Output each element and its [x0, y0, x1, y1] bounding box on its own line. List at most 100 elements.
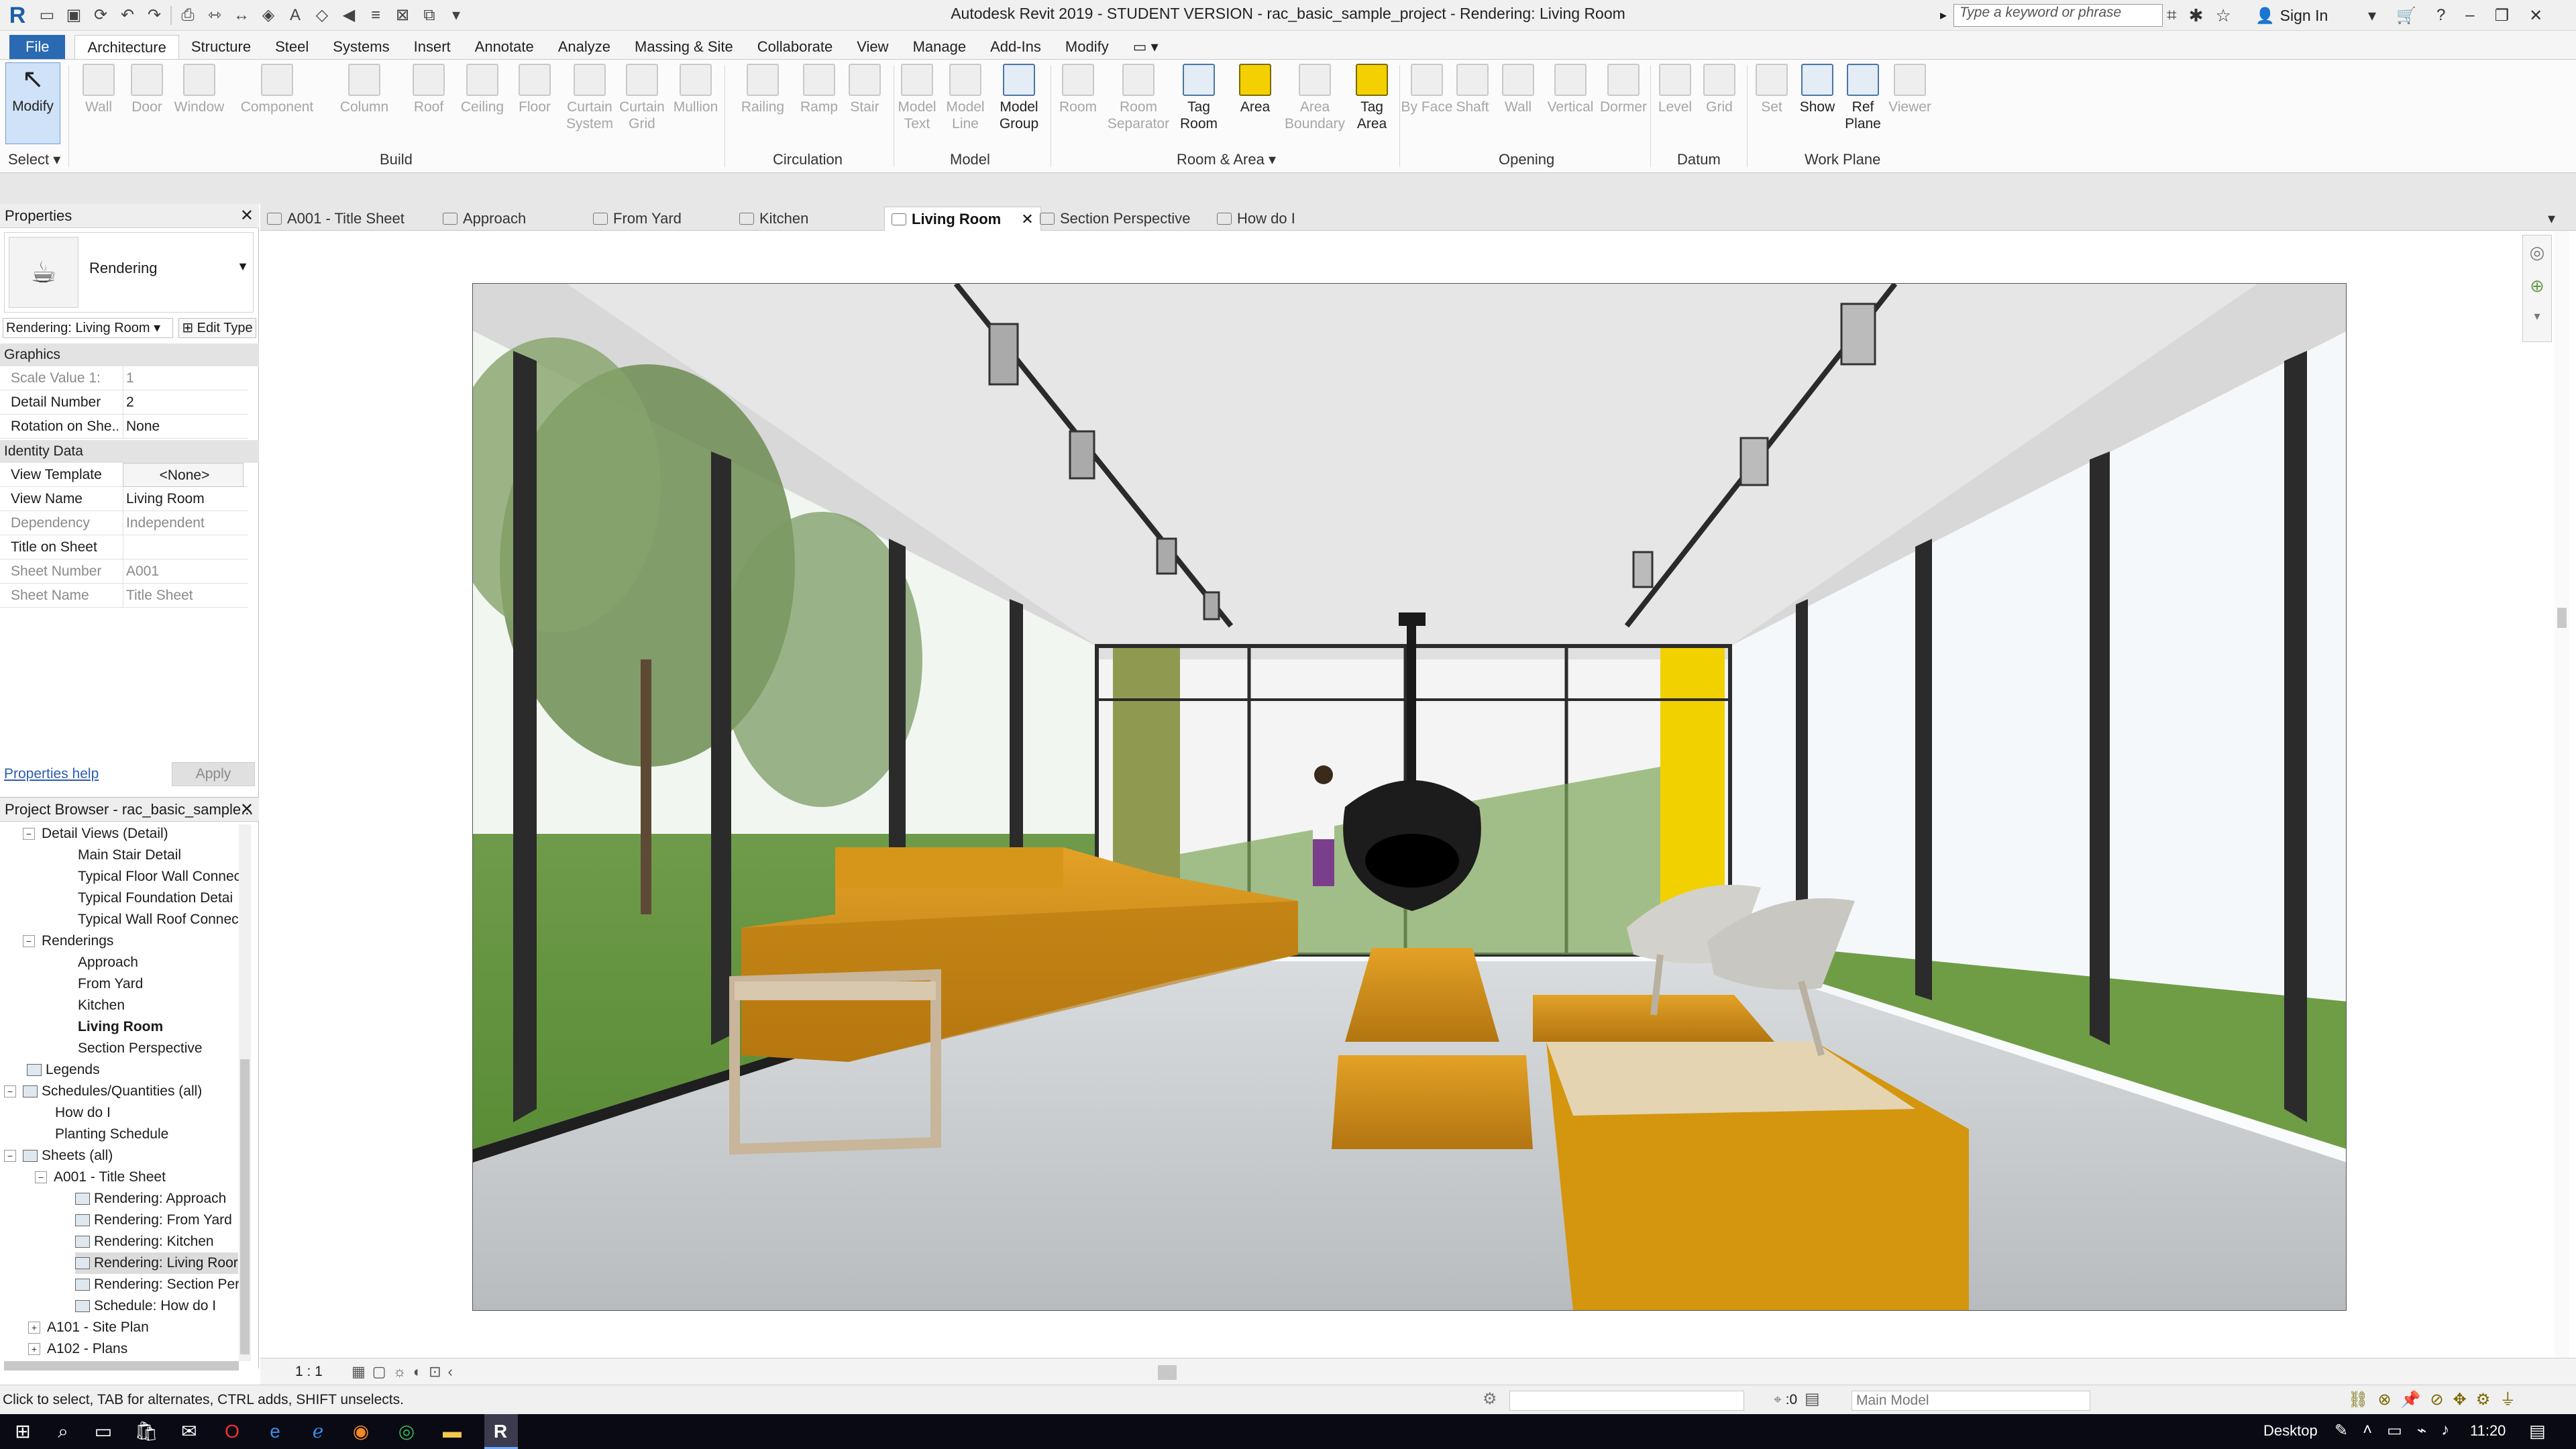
curtain-system-tool[interactable]: Curtain System — [562, 64, 617, 132]
column-tool[interactable]: Column — [337, 64, 392, 115]
graphics-section[interactable]: Graphics — [0, 343, 259, 366]
minimize-button[interactable]: – — [2465, 6, 2474, 25]
redo-icon[interactable]: ↷ — [144, 5, 165, 26]
cart-icon[interactable]: 🛒 — [2396, 6, 2416, 25]
tree-item[interactable]: Rendering: Kitchen — [75, 1231, 214, 1252]
edge-icon[interactable]: e — [262, 1418, 288, 1445]
design-options-icon[interactable]: ▤ — [1805, 1389, 1820, 1409]
undo-icon[interactable]: ↶ — [117, 5, 138, 26]
tree-item[interactable]: Kitchen — [78, 995, 125, 1016]
view-tab-from-yard[interactable]: From Yard — [586, 207, 682, 231]
binoculars-icon[interactable]: ⌗ — [2167, 5, 2177, 26]
edit-type-button[interactable]: ⊞ Edit Type — [178, 318, 256, 338]
text-icon[interactable]: A — [284, 5, 306, 26]
tree-item[interactable]: − A001 - Title Sheet — [35, 1167, 166, 1188]
model-group-tool[interactable]: Model Group — [991, 64, 1046, 132]
section-icon[interactable]: ◀ — [338, 5, 360, 26]
notifications-icon[interactable]: ▤ — [2529, 1421, 2546, 1442]
component-tool[interactable]: Component — [236, 64, 318, 115]
instance-select[interactable]: Rendering: Living Room ▾ — [3, 318, 173, 338]
select-underlay-icon[interactable]: ⊗ — [2377, 1391, 2391, 1409]
mail-icon[interactable]: ✉ — [176, 1418, 203, 1445]
sign-in-button[interactable]: 👤 Sign In — [2255, 4, 2328, 27]
model-text-tool[interactable]: Model Text — [890, 64, 945, 132]
chevron-down-icon[interactable]: ▼ — [237, 260, 249, 274]
tree-item[interactable]: Typical Floor Wall Connec — [78, 866, 241, 888]
dimension-icon[interactable]: ↔ — [231, 5, 252, 26]
help-icon[interactable]: ? — [2436, 6, 2445, 25]
browser-horizontal-scrollbar[interactable] — [4, 1361, 239, 1371]
select-pinned-icon[interactable]: 📌 — [2401, 1391, 2421, 1409]
close-icon[interactable]: ✕ — [240, 204, 254, 228]
close-icon[interactable]: ✕ — [240, 798, 254, 822]
detail-level-icon[interactable]: ▦ — [352, 1362, 366, 1381]
view-tab-how-do-i[interactable]: How do I — [1210, 207, 1295, 231]
view-tab-title-sheet[interactable]: A001 - Title Sheet — [260, 207, 405, 231]
drag-elements-icon[interactable]: ✥ — [2453, 1391, 2467, 1409]
detail-number-row[interactable]: Detail Number 2 — [0, 390, 248, 415]
chevron-right-icon[interactable]: ▸ — [1935, 4, 1951, 27]
steering-wheel-icon[interactable]: ◎ — [2523, 235, 2551, 269]
tree-item[interactable]: Rendering: Section Per — [75, 1274, 239, 1295]
tab-insert[interactable]: Insert — [402, 35, 463, 59]
select-links-icon[interactable]: ⛓ — [2348, 1391, 2368, 1409]
wall-tool[interactable]: Wall — [71, 64, 126, 115]
curtain-grid-tool[interactable]: Curtain Grid — [614, 64, 669, 132]
tab-file[interactable]: File — [9, 35, 66, 59]
tab-systems[interactable]: Systems — [321, 35, 401, 59]
close-tab-icon[interactable]: ✕ — [1021, 211, 1033, 227]
restore-button[interactable]: ❐ — [2495, 6, 2510, 25]
tabs-menu-icon[interactable]: ▾ — [2548, 207, 2555, 231]
viewer-tool[interactable]: Viewer — [1882, 64, 1937, 115]
chevron-left-icon[interactable]: ‹ — [448, 1362, 453, 1381]
search-input[interactable]: Type a keyword or phrase — [1953, 4, 2163, 27]
window-tool[interactable]: Window — [172, 64, 227, 115]
select-by-face-icon[interactable]: ⊘ — [2430, 1391, 2443, 1409]
subscription-icon[interactable]: ✱ — [2189, 5, 2204, 26]
revit-taskbar-icon[interactable]: R — [487, 1418, 514, 1445]
tab-architecture[interactable]: Architecture — [74, 35, 179, 59]
grid-tool[interactable]: Grid — [1692, 64, 1747, 115]
save-icon[interactable]: ▣ — [63, 5, 85, 26]
tree-item[interactable]: − Detail Views (Detail) — [23, 823, 168, 845]
room-tool[interactable]: Room — [1051, 64, 1106, 115]
tree-item[interactable]: − Sheets (all) — [4, 1145, 113, 1167]
area-tool[interactable]: Area — [1228, 64, 1283, 115]
view-tab-section-perspective[interactable]: Section Perspective — [1033, 207, 1190, 231]
tab-view[interactable]: View — [845, 35, 900, 59]
modify-button[interactable]: ↖ Modify — [5, 62, 60, 144]
tree-item[interactable]: +Legends — [8, 1059, 100, 1081]
view-tab-kitchen[interactable]: Kitchen — [733, 207, 808, 231]
chevron-up-icon[interactable]: ˄ — [2363, 1421, 2372, 1440]
windows-start-icon[interactable]: ⊞ — [9, 1418, 36, 1445]
zoom-icon[interactable]: ⊕ — [2523, 269, 2551, 303]
model-line-tool[interactable]: Model Line — [938, 64, 993, 132]
tab-modify[interactable]: Modify — [1053, 35, 1121, 59]
type-selector[interactable]: ☕ Rendering ▼ — [4, 232, 254, 313]
tab-annotate[interactable]: Annotate — [463, 35, 546, 59]
tree-item[interactable]: Rendering: From Yard — [75, 1210, 232, 1231]
tag-room-tool[interactable]: Tag Room — [1171, 64, 1226, 132]
worksets-icon[interactable]: ⚙ — [1483, 1389, 1497, 1409]
canvas-vertical-scrollbar[interactable] — [2555, 231, 2569, 1358]
task-view-icon[interactable]: ▭ — [90, 1418, 117, 1445]
tab-manage[interactable]: Manage — [901, 35, 979, 59]
identity-section[interactable]: Identity Data — [0, 440, 259, 463]
view-name-row[interactable]: View Name Living Room — [0, 487, 248, 511]
tree-item[interactable]: − Schedules/Quantities (all) — [4, 1081, 202, 1102]
tree-item[interactable]: + A102 - Plans — [28, 1338, 127, 1360]
sun-path-icon[interactable]: ☼ — [393, 1362, 407, 1381]
tab-massing-site[interactable]: Massing & Site — [623, 35, 745, 59]
volume-icon[interactable]: ♪ — [2441, 1421, 2449, 1440]
design-option-select[interactable]: Main Model — [1851, 1391, 2090, 1411]
properties-help-link[interactable]: Properties help — [4, 766, 99, 782]
crop-view-icon[interactable]: ⊡ — [429, 1362, 441, 1381]
tree-item[interactable]: Typical Foundation Detai — [78, 888, 233, 909]
shadows-icon[interactable]: ◐ — [413, 1362, 422, 1381]
tree-item[interactable]: From Yard — [78, 973, 143, 995]
stair-tool[interactable]: Stair — [837, 64, 892, 115]
open-icon[interactable]: ▭ — [36, 5, 58, 26]
switch-windows-icon[interactable]: ⧉ — [419, 5, 440, 26]
roof-tool[interactable]: Roof — [401, 64, 456, 115]
tag-area-tool[interactable]: Tag Area — [1344, 64, 1399, 132]
